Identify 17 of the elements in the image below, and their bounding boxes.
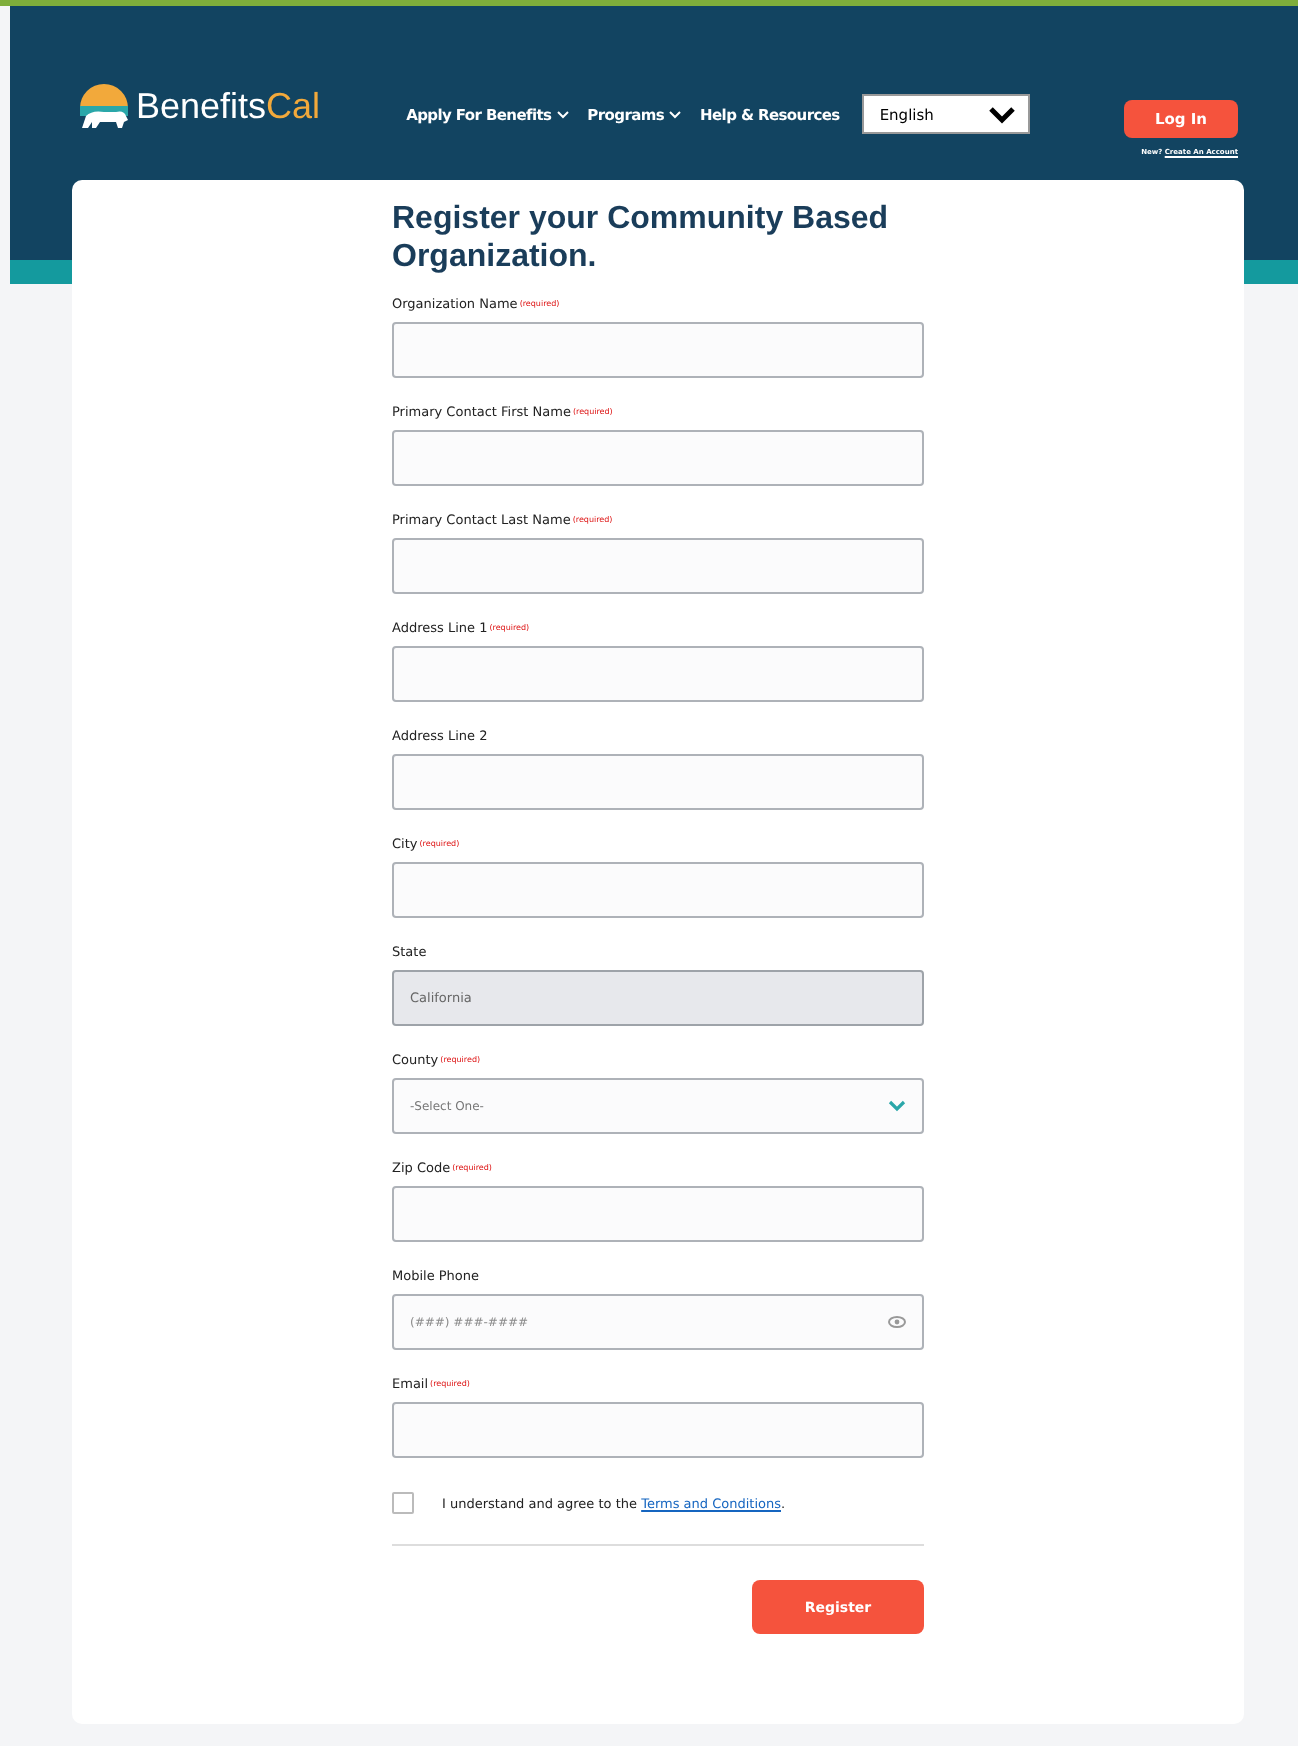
input-field[interactable] (392, 1402, 924, 1458)
input-field[interactable] (392, 322, 924, 378)
sun-bear-logo-icon (76, 80, 132, 132)
input-field[interactable] (392, 646, 924, 702)
input-field[interactable] (392, 862, 924, 918)
eye-icon[interactable] (888, 1316, 906, 1328)
chevron-down-icon (555, 109, 570, 119)
chevron-down-icon (888, 1100, 906, 1112)
input-field[interactable] (392, 1186, 924, 1242)
site-logo-text[interactable]: BenefitsCal (136, 85, 321, 127)
form-title: Register your Community Based Organization. (392, 200, 891, 276)
terms-checkbox[interactable] (392, 1492, 414, 1514)
input-field[interactable] (392, 538, 924, 594)
chevron-down-icon (987, 105, 1016, 123)
chevron-down-icon (668, 109, 683, 119)
input-field[interactable] (392, 430, 924, 486)
input-field[interactable] (392, 754, 924, 810)
